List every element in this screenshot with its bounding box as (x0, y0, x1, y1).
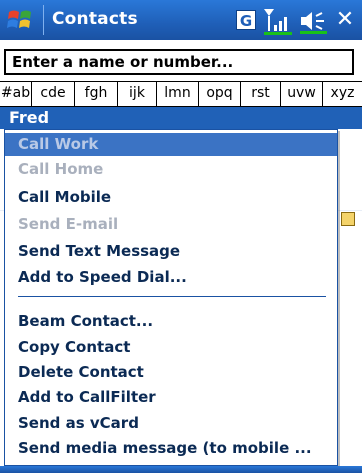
tab-rst[interactable]: rst (241, 82, 281, 106)
signal-icon[interactable] (262, 7, 294, 35)
tab-lmn[interactable]: lmn (157, 82, 199, 106)
menu-item-call-home[interactable]: Call Home (5, 158, 337, 181)
g-icon[interactable]: G (236, 10, 256, 30)
selected-contact-header[interactable]: Fred (0, 107, 362, 129)
search-input[interactable]: Enter a name or number... (4, 49, 354, 75)
title-separator (43, 5, 44, 35)
contact-card-icon (341, 212, 355, 226)
tab-xyz[interactable]: xyz (323, 82, 362, 106)
alphabet-tabs: #ab cde fgh ijk lmn opq rst uvw xyz (0, 81, 362, 107)
menu-item-add-callfilter[interactable]: Add to CallFilter (5, 386, 337, 409)
title-bar: Contacts G ✕ (0, 0, 362, 40)
menu-item-send-email[interactable]: Send E-mail (5, 213, 337, 236)
tab-cde[interactable]: cde (32, 82, 75, 106)
menu-item-beam-contact[interactable]: Beam Contact... (5, 310, 337, 333)
menu-item-send-media[interactable]: Send media message (to mobile ... (5, 437, 337, 460)
menu-item-delete-contact[interactable]: Delete Contact (5, 361, 337, 384)
tab-ijk[interactable]: ijk (118, 82, 157, 106)
close-icon[interactable]: ✕ (333, 8, 357, 32)
windows-start-icon[interactable] (6, 6, 34, 34)
tab-uvw[interactable]: uvw (281, 82, 323, 106)
tab-ab[interactable]: #ab (0, 82, 32, 106)
volume-icon[interactable] (298, 8, 328, 34)
contact-name: Fred (9, 108, 50, 127)
menu-item-send-text[interactable]: Send Text Message (5, 240, 337, 263)
bottom-menu-bar (0, 466, 362, 473)
tab-fgh[interactable]: fgh (75, 82, 118, 106)
menu-item-call-mobile[interactable]: Call Mobile (5, 186, 337, 209)
menu-item-copy-contact[interactable]: Copy Contact (5, 336, 337, 359)
context-menu: Call Work Call Home Call Mobile Send E-m… (4, 129, 338, 466)
tab-opq[interactable]: opq (199, 82, 241, 106)
app-title: Contacts (52, 9, 138, 29)
menu-item-call-work[interactable]: Call Work (5, 133, 337, 156)
menu-separator (18, 296, 326, 297)
menu-item-speed-dial[interactable]: Add to Speed Dial... (5, 266, 337, 289)
menu-item-send-vcard[interactable]: Send as vCard (5, 412, 337, 435)
